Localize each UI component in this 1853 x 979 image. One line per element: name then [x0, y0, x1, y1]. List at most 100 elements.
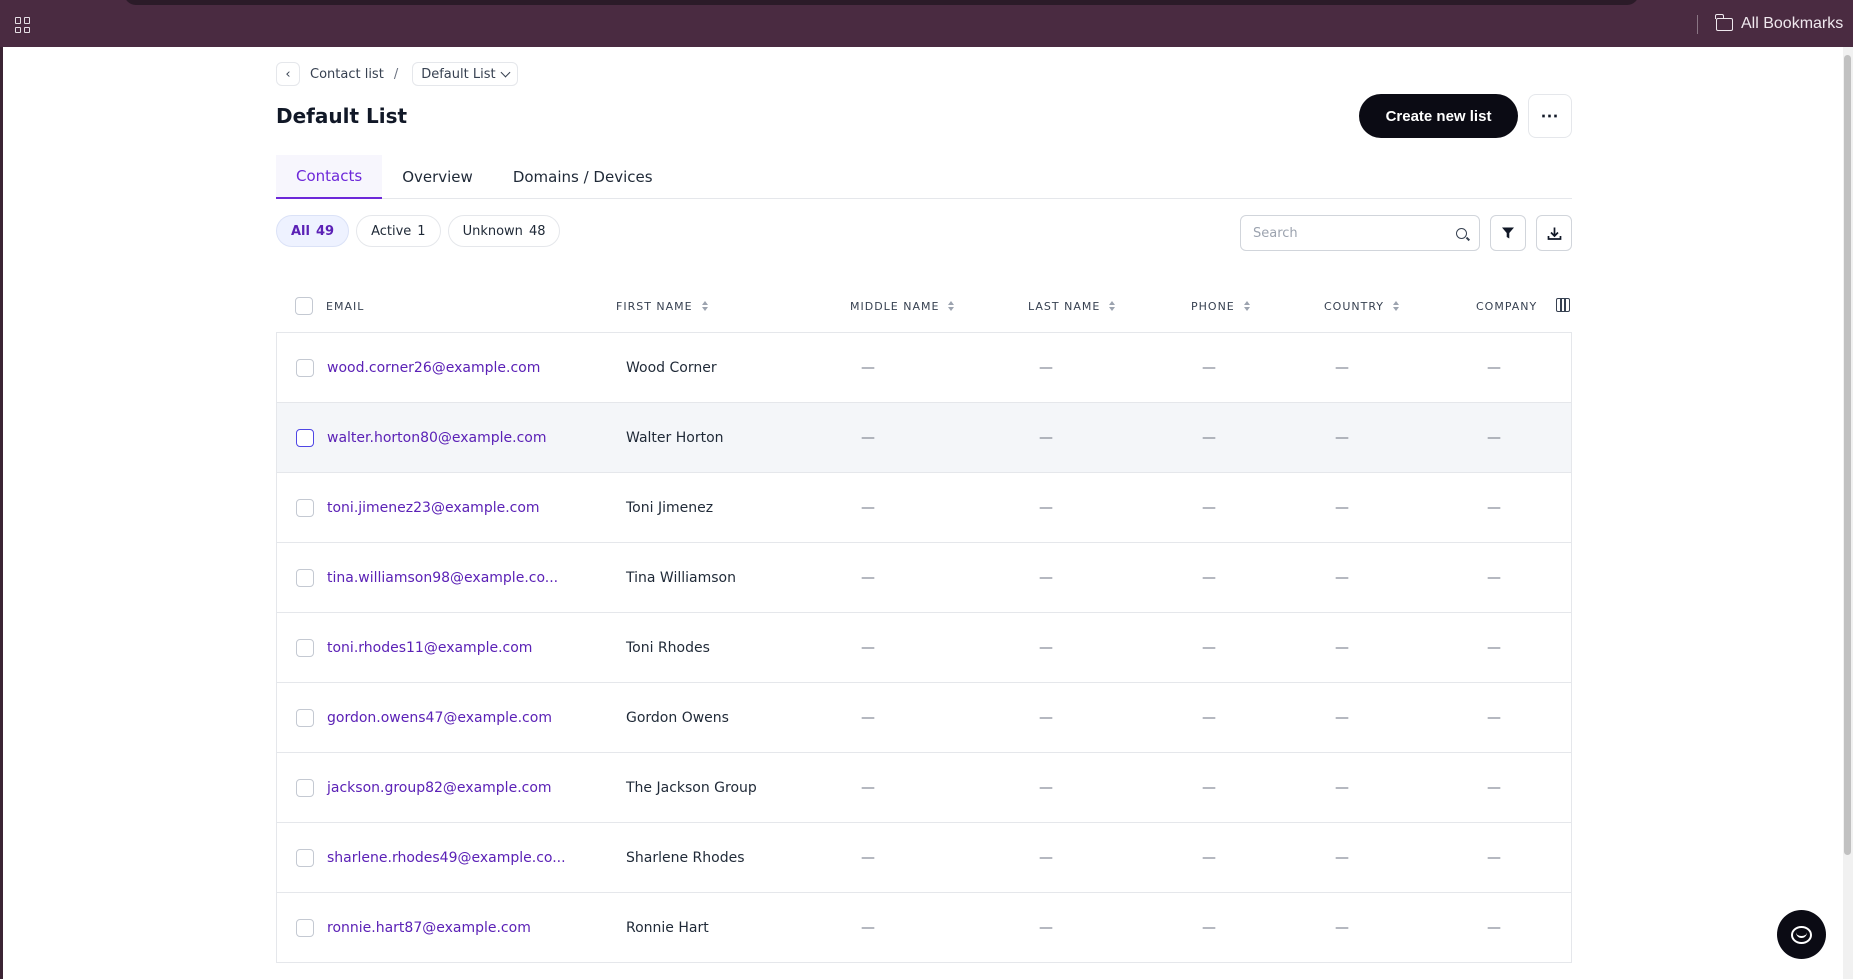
filter-all[interactable]: All 49 — [276, 215, 350, 247]
page-title: Default List — [276, 104, 408, 128]
contact-email-link[interactable]: ronnie.hart87@example.com — [327, 893, 531, 963]
filter-active-count: 1 — [417, 223, 426, 239]
row-checkbox[interactable] — [296, 569, 314, 587]
ellipsis-icon: ⋯ — [1540, 105, 1560, 126]
breadcrumb-contact-list[interactable]: Contact list — [310, 67, 384, 82]
table-row[interactable]: toni.jimenez23@example.com Toni Jimenez … — [277, 473, 1571, 543]
all-bookmarks-label: All Bookmarks — [1741, 15, 1844, 32]
contact-middle-name: — — [861, 850, 875, 866]
download-button[interactable] — [1536, 215, 1572, 251]
page-scrollbar[interactable] — [1843, 47, 1853, 979]
column-header-company[interactable]: COMPANY — [1476, 279, 1571, 333]
sort-icon[interactable] — [701, 301, 708, 311]
back-button[interactable]: ‹ — [276, 62, 300, 86]
contact-email-link[interactable]: walter.horton80@example.com — [327, 403, 547, 473]
contact-country: — — [1335, 360, 1349, 376]
sort-icon[interactable] — [948, 301, 955, 311]
scrollbar-thumb[interactable] — [1844, 55, 1851, 855]
tab-contacts[interactable]: Contacts — [276, 155, 383, 199]
table-row[interactable]: ronnie.hart87@example.com Ronnie Hart — … — [277, 893, 1571, 963]
list-selector-dropdown[interactable]: Default List — [412, 62, 518, 86]
contact-middle-name: — — [861, 500, 875, 516]
contact-email-link[interactable]: gordon.owens47@example.com — [327, 683, 552, 753]
contact-middle-name: — — [861, 780, 875, 796]
address-bar[interactable] — [124, 0, 1639, 5]
more-options-button[interactable]: ⋯ — [1528, 94, 1572, 138]
column-header-first-name[interactable]: FIRST NAME — [616, 279, 708, 333]
column-header-country[interactable]: COUNTRY — [1324, 279, 1399, 333]
contact-country: — — [1335, 850, 1349, 866]
row-select-cell — [296, 893, 314, 963]
table-row[interactable]: walter.horton80@example.com Walter Horto… — [277, 403, 1571, 473]
row-checkbox[interactable] — [296, 499, 314, 517]
contact-phone: — — [1202, 430, 1216, 446]
search-input[interactable] — [1253, 225, 1456, 241]
filter-button[interactable] — [1490, 215, 1526, 251]
contact-first-name: Toni Rhodes — [626, 640, 710, 656]
column-header-middle-name[interactable]: MIDDLE NAME — [850, 279, 955, 333]
row-checkbox[interactable] — [296, 429, 314, 447]
contact-email-link[interactable]: wood.corner26@example.com — [327, 333, 540, 403]
contact-email-link[interactable]: toni.rhodes11@example.com — [327, 613, 532, 683]
contact-first-name: Wood Corner — [626, 360, 717, 376]
contact-email-link[interactable]: sharlene.rhodes49@example.co... — [327, 823, 566, 893]
row-checkbox[interactable] — [296, 919, 314, 937]
table-header: EMAIL FIRST NAME MIDDLE NAME LAST NAME P… — [276, 279, 1572, 333]
columns-settings-icon[interactable] — [1556, 298, 1571, 312]
contact-middle-name: — — [861, 640, 875, 656]
contact-country: — — [1335, 710, 1349, 726]
contact-last-name: — — [1039, 570, 1053, 586]
row-checkbox[interactable] — [296, 359, 314, 377]
filter-active[interactable]: Active 1 — [356, 215, 441, 247]
filter-unknown-count: 48 — [528, 223, 546, 239]
row-checkbox[interactable] — [296, 849, 314, 867]
sort-icon[interactable] — [1243, 301, 1250, 311]
contact-last-name: — — [1039, 500, 1053, 516]
browser-bookmarks-bar: All Bookmarks — [0, 0, 1853, 47]
contact-company: — — [1487, 780, 1501, 796]
table-row[interactable]: gordon.owens47@example.com Gordon Owens … — [277, 683, 1571, 753]
column-header-phone[interactable]: PHONE — [1191, 279, 1250, 333]
contact-email-link[interactable]: tina.williamson98@example.co... — [327, 543, 558, 613]
row-checkbox[interactable] — [296, 639, 314, 657]
row-select-cell — [296, 403, 314, 473]
contact-last-name: — — [1039, 360, 1053, 376]
filter-unknown-label: Unknown — [462, 223, 523, 239]
contact-phone: — — [1202, 640, 1216, 656]
contact-country: — — [1335, 920, 1349, 936]
row-checkbox[interactable] — [296, 709, 314, 727]
column-header-email[interactable]: EMAIL — [326, 279, 364, 333]
contacts-table-body: wood.corner26@example.com Wood Corner — … — [276, 333, 1572, 963]
row-select-cell — [296, 473, 314, 543]
tab-bar: Contacts Overview Domains / Devices — [276, 155, 1572, 199]
apps-grid-icon[interactable] — [15, 17, 31, 33]
bookmarks-divider — [1697, 15, 1698, 34]
row-checkbox[interactable] — [296, 779, 314, 797]
sort-icon[interactable] — [1109, 301, 1116, 311]
contact-email-link[interactable]: jackson.group82@example.com — [327, 753, 552, 823]
chat-support-button[interactable] — [1777, 910, 1826, 959]
contact-company: — — [1487, 850, 1501, 866]
breadcrumb: ‹ Contact list / Default List — [276, 62, 518, 86]
contact-email-link[interactable]: toni.jimenez23@example.com — [327, 473, 540, 543]
contact-last-name: — — [1039, 640, 1053, 656]
table-row[interactable]: toni.rhodes11@example.com Toni Rhodes — … — [277, 613, 1571, 683]
table-row[interactable]: jackson.group82@example.com The Jackson … — [277, 753, 1571, 823]
filter-unknown[interactable]: Unknown 48 — [447, 215, 561, 247]
header-select-cell — [295, 279, 313, 333]
create-new-list-button[interactable]: Create new list — [1359, 94, 1518, 138]
column-header-last-name[interactable]: LAST NAME — [1028, 279, 1116, 333]
contact-phone: — — [1202, 850, 1216, 866]
tab-domains-devices[interactable]: Domains / Devices — [493, 155, 673, 199]
search-icon[interactable] — [1456, 227, 1467, 239]
all-bookmarks-button[interactable]: All Bookmarks — [1715, 13, 1844, 35]
table-row[interactable]: tina.williamson98@example.co... Tina Wil… — [277, 543, 1571, 613]
table-row[interactable]: sharlene.rhodes49@example.co... Sharlene… — [277, 823, 1571, 893]
select-all-checkbox[interactable] — [295, 297, 313, 315]
row-select-cell — [296, 333, 314, 403]
table-row[interactable]: wood.corner26@example.com Wood Corner — … — [277, 333, 1571, 403]
contact-middle-name: — — [861, 430, 875, 446]
tab-overview[interactable]: Overview — [382, 155, 493, 199]
sort-icon[interactable] — [1393, 301, 1399, 311]
column-first-name-label: FIRST NAME — [616, 299, 693, 313]
